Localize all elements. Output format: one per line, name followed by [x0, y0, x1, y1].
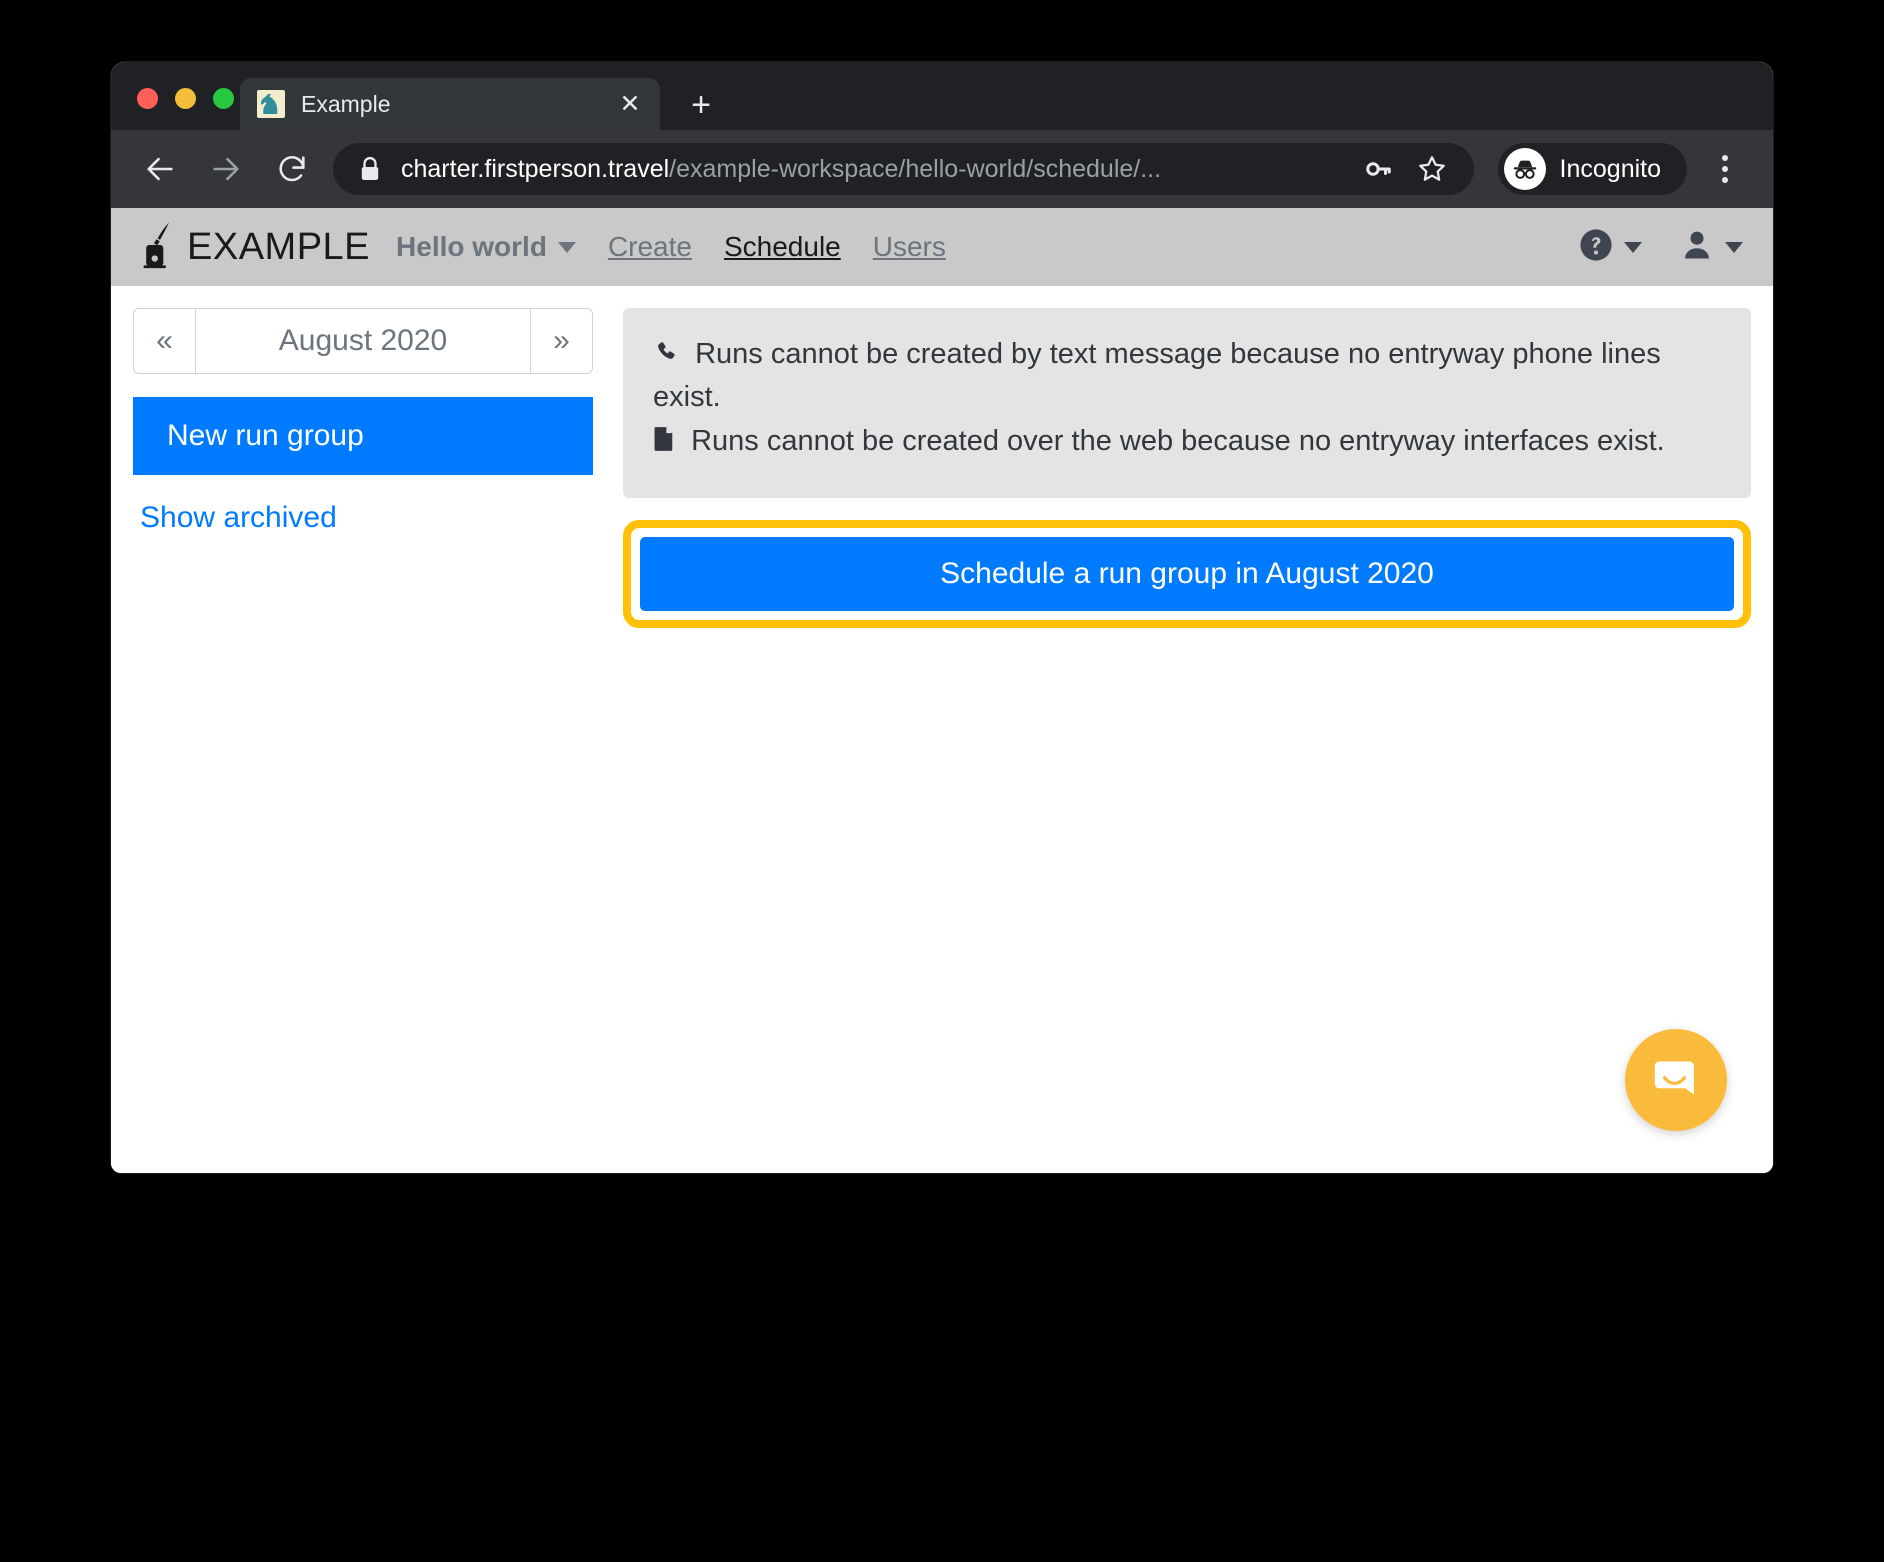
sidebar: « August 2020 » New run group Show archi… [133, 308, 593, 1173]
reload-icon[interactable] [267, 144, 317, 194]
incognito-icon [1503, 148, 1546, 190]
alert-text-web: Runs cannot be created over the web beca… [691, 425, 1665, 458]
incognito-profile-badge[interactable]: Incognito [1497, 143, 1687, 195]
arrow-right-icon[interactable] [201, 144, 251, 194]
url-host: charter.firstperson.travel [401, 154, 670, 183]
key-icon[interactable] [1354, 145, 1402, 193]
alert-line-web: Runs cannot be created over the web beca… [653, 421, 1721, 464]
arrow-left-icon[interactable] [135, 144, 185, 194]
month-navigator: « August 2020 » [133, 308, 593, 374]
workspace-switcher[interactable]: Hello world [396, 231, 576, 263]
alert-text-phone: Runs cannot be created by text message b… [653, 338, 1661, 413]
url-path: /example-workspace/hello-world/schedule/… [669, 154, 1162, 183]
main-panel: Runs cannot be created by text message b… [623, 308, 1751, 1173]
new-run-group-button[interactable]: New run group [133, 397, 593, 475]
next-month-button[interactable]: » [530, 309, 592, 373]
nav-link-create[interactable]: Create [608, 231, 692, 263]
new-tab-button[interactable]: + [681, 86, 721, 126]
maximize-window-button[interactable] [213, 88, 234, 109]
previous-month-button[interactable]: « [134, 309, 196, 373]
close-icon[interactable]: ✕ [614, 88, 646, 120]
phone-icon [653, 336, 679, 377]
chevron-down-icon [1624, 241, 1642, 253]
browser-toolbar: charter.firstperson.travel/example-works… [111, 130, 1773, 208]
inkwell-quill-icon [137, 221, 177, 274]
nav-link-schedule[interactable]: Schedule [724, 231, 841, 263]
help-menu[interactable] [1579, 228, 1642, 267]
window-traffic-lights [137, 88, 234, 109]
address-bar[interactable]: charter.firstperson.travel/example-works… [333, 143, 1474, 195]
browser-tab[interactable]: Example ✕ [240, 78, 660, 130]
nav-link-users[interactable]: Users [873, 231, 946, 263]
show-archived-link[interactable]: Show archived [133, 501, 593, 535]
navbar-right-actions [1579, 228, 1743, 267]
chevron-down-icon [557, 241, 576, 253]
chat-bubble-icon[interactable] [1625, 1029, 1727, 1131]
question-circle-icon [1579, 228, 1613, 267]
workspace-name: Hello world [396, 231, 547, 262]
file-icon [653, 423, 675, 464]
star-icon[interactable] [1408, 145, 1456, 193]
chevron-down-icon [1725, 241, 1743, 253]
schedule-run-group-button[interactable]: Schedule a run group in August 2020 [640, 536, 1734, 611]
cta-highlight-ring: Schedule a run group in August 2020 [623, 519, 1751, 628]
user-icon [1680, 228, 1714, 267]
app-navbar: EXAMPLE Hello world Create Schedule User… [111, 208, 1773, 286]
account-menu[interactable] [1680, 228, 1743, 267]
three-dots-icon[interactable] [1701, 145, 1749, 193]
close-window-button[interactable] [137, 88, 158, 109]
chess-knight-icon [257, 90, 285, 118]
tab-title: Example [301, 90, 391, 117]
current-month-label: August 2020 [278, 324, 448, 357]
browser-window: Example ✕ + charter.firstperson.travel/e… [111, 62, 1773, 1173]
incognito-label: Incognito [1559, 154, 1661, 183]
brand-name: EXAMPLE [187, 225, 371, 268]
lock-icon [359, 156, 381, 182]
brand-logo[interactable]: EXAMPLE [137, 221, 370, 274]
alert-panel: Runs cannot be created by text message b… [623, 308, 1751, 498]
url-text: charter.firstperson.travel/example-works… [401, 155, 1348, 184]
page-body: « August 2020 » New run group Show archi… [111, 286, 1773, 1173]
alert-line-phone: Runs cannot be created by text message b… [653, 334, 1721, 417]
tab-strip: Example ✕ + [111, 62, 1773, 130]
minimize-window-button[interactable] [175, 88, 196, 109]
